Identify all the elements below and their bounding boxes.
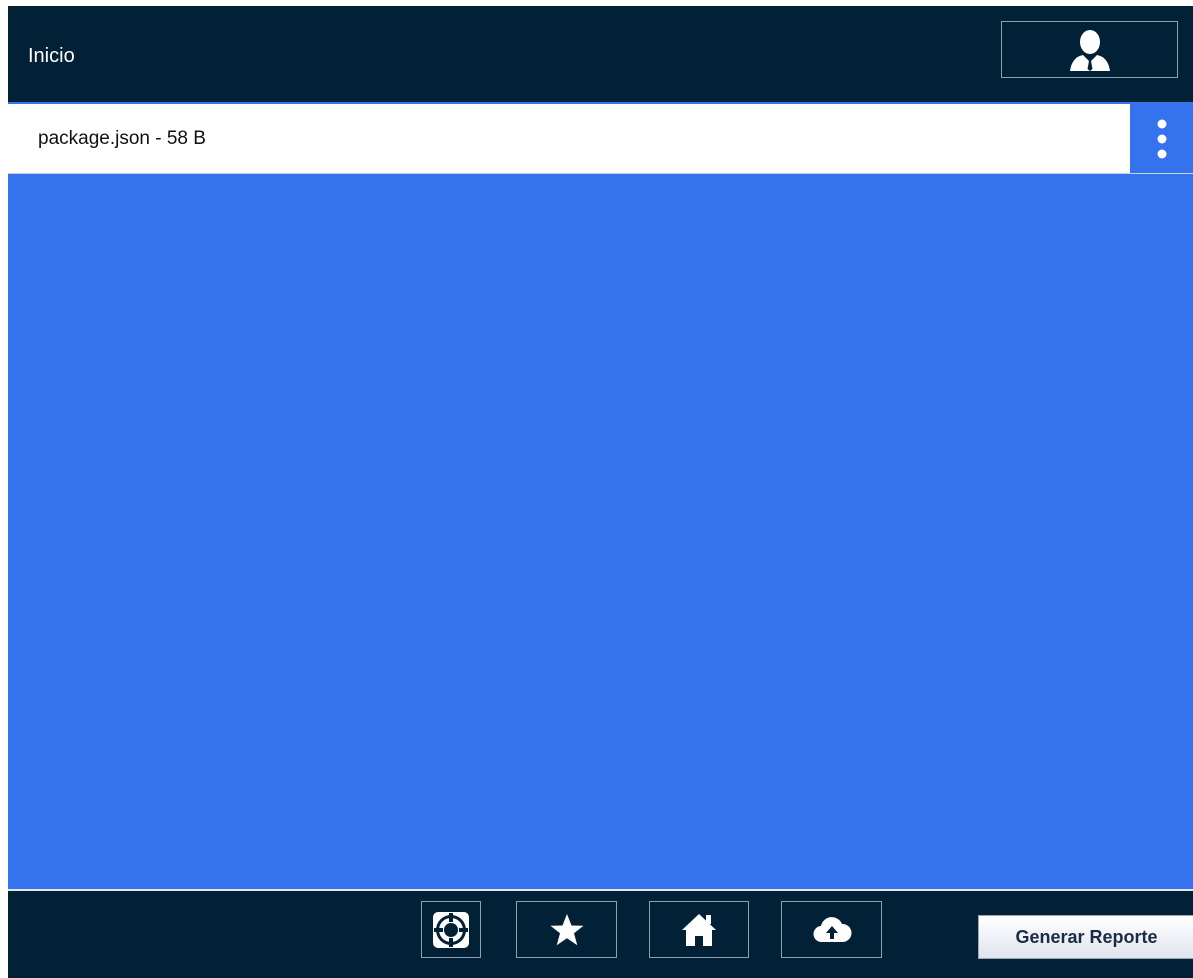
kebab-menu-icon [1157,119,1166,158]
upload-button[interactable] [781,901,882,958]
home-button[interactable] [649,901,749,958]
lifebuoy-icon [433,911,469,948]
help-button[interactable] [421,901,481,958]
file-name-label: package.json - 58 B [38,128,206,149]
header-bar: Inicio [8,6,1193,102]
cloud-upload-icon [812,916,852,942]
generate-report-button[interactable]: Generar Reporte [978,915,1193,959]
content-area [8,174,1193,889]
list-item[interactable]: package.json - 58 B [8,104,1193,174]
user-icon [1069,29,1110,71]
file-menu-button[interactable] [1130,104,1193,173]
profile-button[interactable] [1001,21,1178,78]
star-icon [550,913,583,945]
main-frame: Inicio package.json - 58 B Generar Repor… [8,6,1193,978]
favorites-button[interactable] [516,901,617,958]
page-title: Inicio [28,45,75,67]
app-window: Inicio package.json - 58 B Generar Repor… [0,0,1193,978]
footer-bar: Generar Reporte [8,891,1193,978]
home-icon [682,913,716,946]
